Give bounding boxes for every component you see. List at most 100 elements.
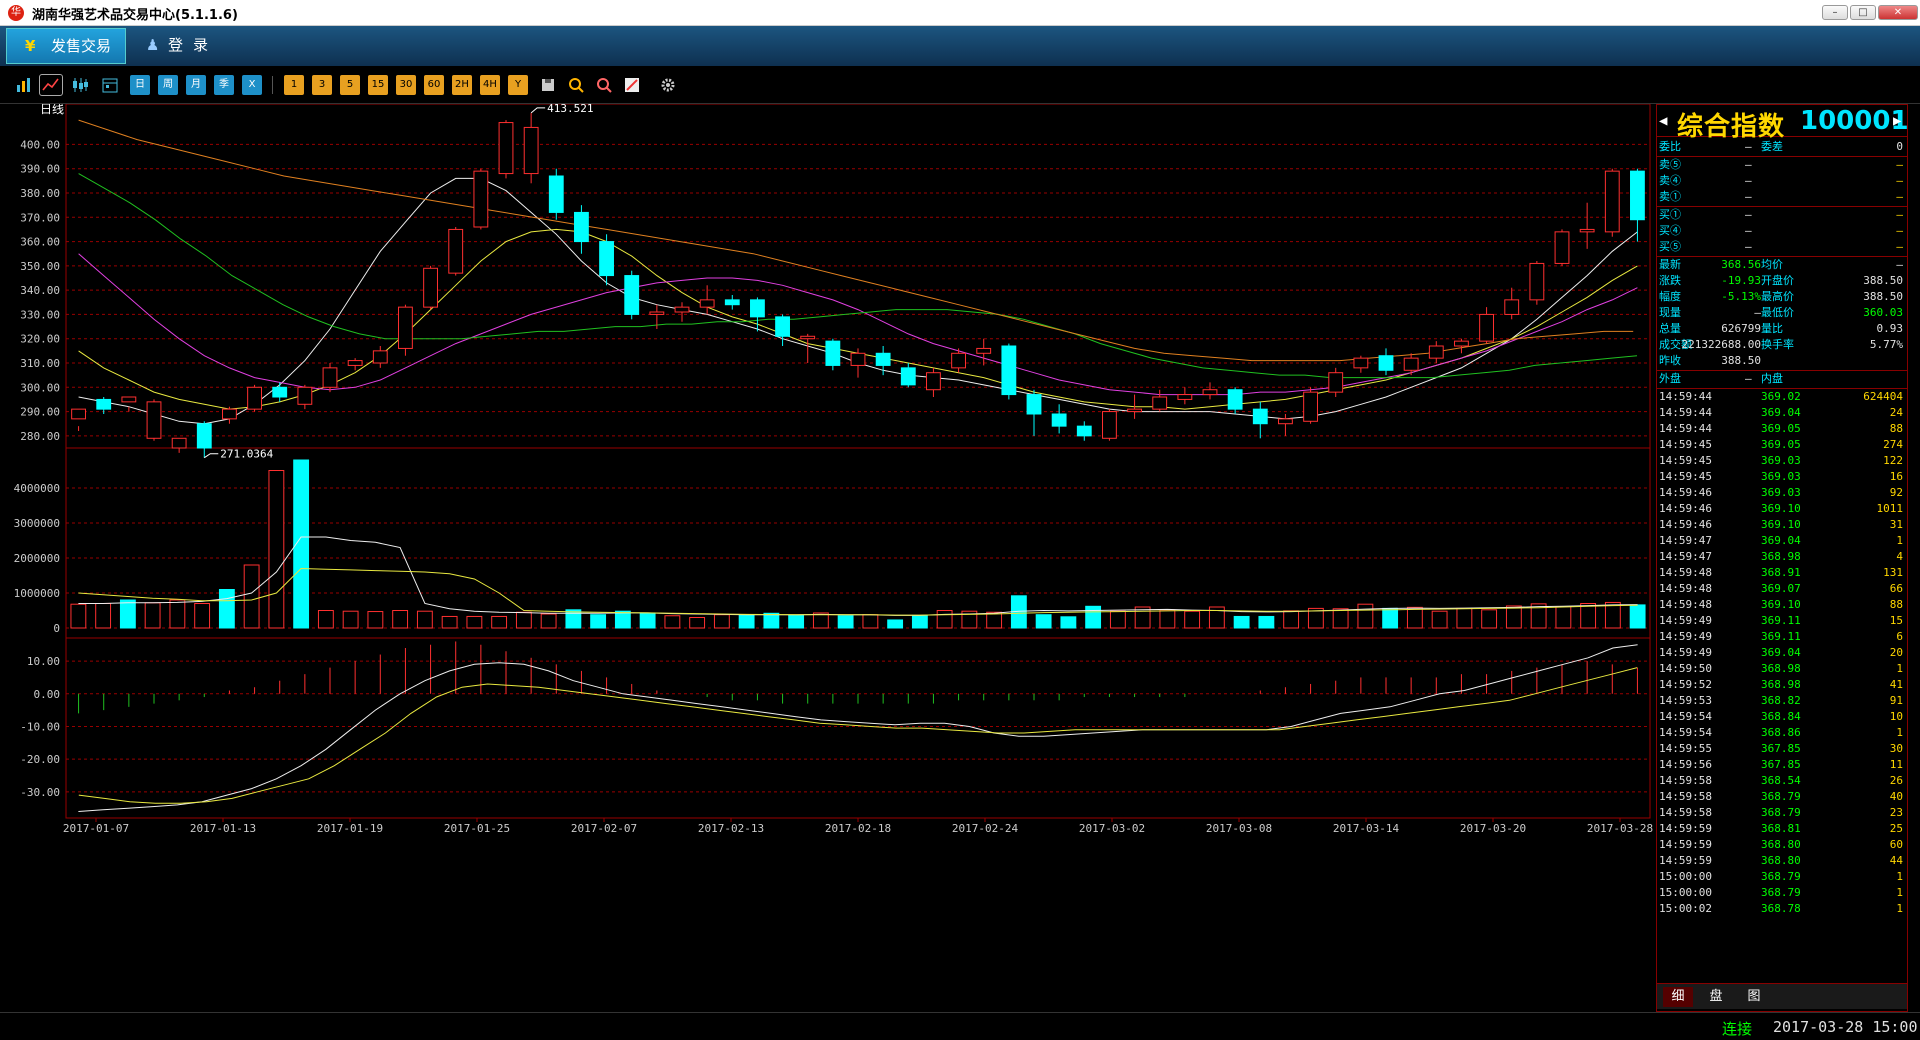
volume-bar <box>664 615 681 629</box>
hour-2-button[interactable]: 2H <box>452 75 472 95</box>
volume-bar <box>1431 610 1448 629</box>
period-season-button[interactable]: 季 <box>214 75 234 95</box>
volume-bar <box>911 615 928 629</box>
user-icon: ♟ <box>146 36 160 54</box>
tick-row: 14:59:45 369.03 16 <box>1659 470 1903 483</box>
volume-bar <box>1258 615 1275 629</box>
hour-4-button[interactable]: 4H <box>480 75 500 95</box>
volume-bar <box>1481 609 1498 629</box>
tab-login[interactable]: ♟ 登录 <box>140 28 240 64</box>
candle-body <box>297 386 313 405</box>
volume-bar <box>1629 604 1646 629</box>
draw-icon[interactable] <box>622 75 642 95</box>
candle-body <box>96 398 112 410</box>
volume-bar <box>812 612 829 629</box>
zoom-in-icon[interactable] <box>566 75 586 95</box>
volume-bar <box>1109 610 1126 629</box>
tick-row: 14:59:47 368.98 4 <box>1659 550 1903 563</box>
save-icon[interactable] <box>538 75 558 95</box>
min-15-button[interactable]: 15 <box>368 75 388 95</box>
x-tick-label: 2017-03-28 <box>1587 822 1653 835</box>
candle-body <box>548 175 564 213</box>
volume-bar <box>1332 608 1349 629</box>
next-arrow-icon[interactable]: ▶ <box>1893 113 1901 129</box>
min-5-button[interactable]: 5 <box>340 75 360 95</box>
buy-level-row: 买④ — — <box>1659 224 1903 237</box>
candle-body <box>1177 394 1193 400</box>
volume-bar <box>144 602 161 629</box>
candle-body <box>398 306 413 349</box>
x-tick-label: 2017-01-25 <box>444 822 510 835</box>
candle-body <box>1479 313 1494 342</box>
x-tick-label: 2017-03-02 <box>1079 822 1145 835</box>
candle-body <box>900 367 916 386</box>
tick-row: 14:59:52 368.98 41 <box>1659 678 1903 691</box>
stat-row: 最新 368.56 均价 — <box>1659 258 1903 271</box>
max-marker <box>530 107 546 114</box>
volume-bar <box>862 614 879 629</box>
bar-chart-icon[interactable] <box>14 75 34 95</box>
candle-body <box>1554 231 1570 264</box>
waipan-row: 外盘 — 内盘 <box>1659 372 1783 385</box>
tick-row: 14:59:47 369.04 1 <box>1659 534 1903 547</box>
tick-row: 14:59:59 368.80 60 <box>1659 838 1903 851</box>
min-30-button[interactable]: 30 <box>396 75 416 95</box>
candle-body <box>1227 389 1243 410</box>
candle-body <box>372 350 388 364</box>
tab-orderbook[interactable]: 盘 <box>1701 987 1731 1007</box>
price-tick-label: 400.00 <box>20 138 60 151</box>
candle-body <box>523 126 539 175</box>
sell-level-row: 卖④ — — <box>1659 174 1903 187</box>
min-3-button[interactable]: 3 <box>312 75 332 95</box>
price-tick-label: 290.00 <box>20 406 60 419</box>
candle-body <box>1051 413 1067 427</box>
tick-row: 14:59:44 369.05 88 <box>1659 422 1903 435</box>
kline-chart-area[interactable]: 日线 400.00 390.00 380.00 370.00 360.00 350.00 34… <box>6 104 1656 1012</box>
candle-body <box>976 347 992 354</box>
tick-row: 15:00:00 368.79 1 <box>1659 886 1903 899</box>
volume-tick-label: 4000000 <box>14 482 60 495</box>
volume-bar <box>441 615 458 629</box>
volume-bar <box>837 615 854 629</box>
candle-body <box>1076 425 1092 437</box>
candle-body <box>1630 170 1645 221</box>
year-button[interactable]: Y <box>508 75 528 95</box>
candle-body <box>498 122 514 175</box>
macd-tick-label: 10.00 <box>27 655 60 668</box>
candle-icon[interactable] <box>70 75 90 95</box>
minimize-button[interactable]: – <box>1822 5 1848 20</box>
volume-bar <box>1555 606 1572 629</box>
candle-body <box>1579 228 1595 233</box>
candle-body <box>247 386 262 410</box>
zoom-out-icon[interactable] <box>594 75 614 95</box>
buy-level-row: 买① — — <box>1659 208 1903 221</box>
sell-level-row: 卖① — — <box>1659 190 1903 203</box>
line-chart-icon[interactable] <box>39 74 63 96</box>
max-price-label: 413.521 <box>547 104 593 115</box>
min-60-button[interactable]: 60 <box>424 75 444 95</box>
settings-icon[interactable] <box>658 75 678 95</box>
min-1-button[interactable]: 1 <box>284 75 304 95</box>
min-price-label: 271.0364 <box>220 448 273 461</box>
candle-body <box>1252 408 1268 425</box>
period-day-button[interactable]: 日 <box>130 75 150 95</box>
maximize-button[interactable]: □ <box>1850 5 1876 20</box>
period-x-button[interactable]: X <box>242 75 262 95</box>
x-tick-label: 2017-01-13 <box>190 822 256 835</box>
candle-body <box>850 352 866 366</box>
kline-chart[interactable]: 日线 400.00 390.00 380.00 370.00 360.00 350.00 34… <box>6 104 1656 1012</box>
close-button[interactable]: ✕ <box>1878 5 1918 20</box>
calendar-icon[interactable] <box>100 75 120 95</box>
candle-body <box>71 408 86 420</box>
tab-detail[interactable]: 细 <box>1663 987 1693 1007</box>
candle-body <box>724 299 740 306</box>
tab-sale-trading[interactable]: ¥ 发售交易 <box>6 28 126 64</box>
period-month-button[interactable]: 月 <box>186 75 206 95</box>
tab-login-label: 登录 <box>168 36 219 54</box>
tab-chart[interactable]: 图 <box>1739 987 1769 1007</box>
volume-bar <box>689 617 706 629</box>
prev-arrow-icon[interactable]: ◀ <box>1659 113 1667 129</box>
period-week-button[interactable]: 周 <box>158 75 178 95</box>
price-tick-label: 330.00 <box>20 308 60 321</box>
candle-body <box>1278 418 1293 425</box>
